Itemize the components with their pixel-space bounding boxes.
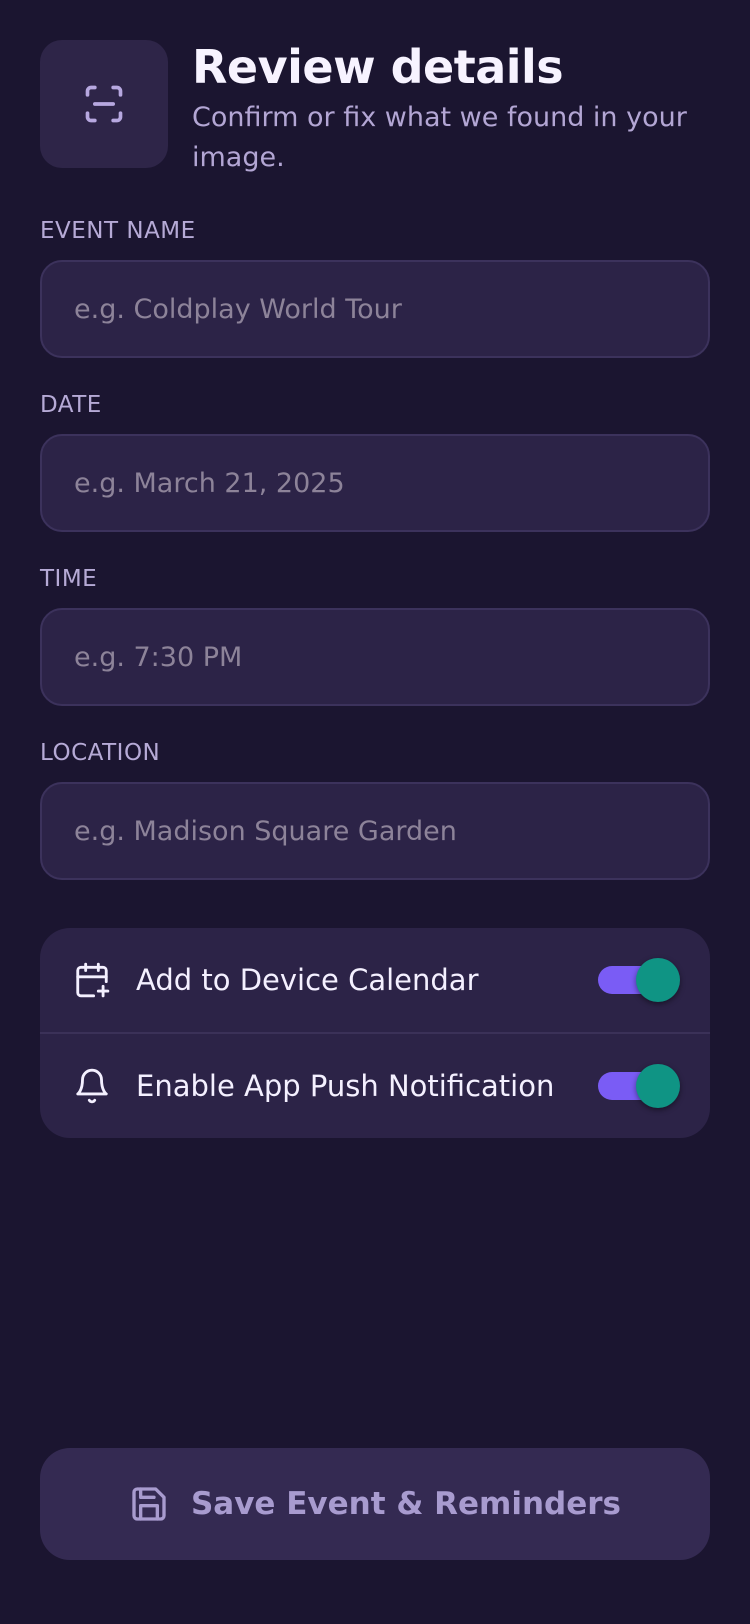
save-button-label: Save Event & Reminders xyxy=(190,1486,622,1522)
options-card: Add to Device Calendar Enable App Push N… xyxy=(40,928,710,1138)
switch-knob xyxy=(636,958,680,1002)
location-input[interactable] xyxy=(40,782,710,880)
time-input[interactable] xyxy=(40,608,710,706)
date-input[interactable] xyxy=(40,434,710,532)
event-name-label: EVENT NAME xyxy=(40,218,196,244)
date-label: DATE xyxy=(40,392,102,418)
bell-icon xyxy=(72,1066,112,1106)
page-title: Review details xyxy=(192,40,564,94)
calendar-toggle-switch[interactable] xyxy=(598,958,680,1002)
calendar-plus-icon xyxy=(72,960,112,1000)
scan-icon-box xyxy=(40,40,168,168)
notification-toggle-switch[interactable] xyxy=(598,1064,680,1108)
calendar-toggle-row[interactable]: Add to Device Calendar xyxy=(40,928,710,1032)
scan-icon xyxy=(85,85,123,123)
event-name-input[interactable] xyxy=(40,260,710,358)
calendar-toggle-label: Add to Device Calendar xyxy=(136,963,479,997)
header: Review details Confirm or fix what we fo… xyxy=(40,40,710,180)
notification-toggle-label: Enable App Push Notification xyxy=(136,1069,555,1103)
switch-knob xyxy=(636,1064,680,1108)
time-label: TIME xyxy=(40,566,98,592)
page-subtitle: Confirm or fix what we found in your ima… xyxy=(192,102,687,173)
save-event-button[interactable]: Save Event & Reminders xyxy=(40,1448,710,1560)
location-label: LOCATION xyxy=(40,740,161,766)
notification-toggle-row[interactable]: Enable App Push Notification xyxy=(40,1034,710,1138)
save-icon xyxy=(132,1487,166,1521)
